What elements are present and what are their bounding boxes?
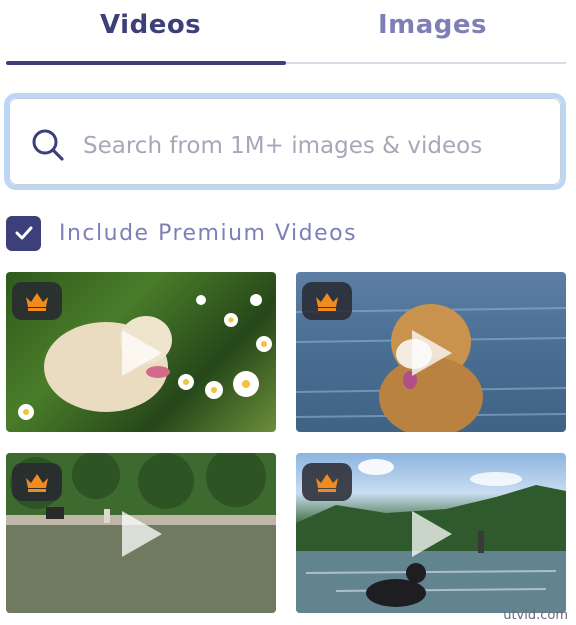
- premium-label: Include Premium Videos: [59, 220, 358, 246]
- watermark: utvid.com: [503, 608, 568, 623]
- tab-images[interactable]: Images: [378, 10, 487, 40]
- crown-icon: [316, 293, 338, 311]
- premium-badge: [12, 282, 62, 320]
- play-icon[interactable]: [118, 509, 164, 559]
- video-thumbnail[interactable]: [296, 453, 566, 613]
- premium-badge: [302, 463, 352, 501]
- active-tab-indicator: [6, 61, 286, 65]
- crown-icon: [26, 293, 48, 311]
- tab-videos[interactable]: Videos: [100, 10, 201, 40]
- play-icon[interactable]: [118, 328, 164, 378]
- premium-badge: [302, 282, 352, 320]
- search-input[interactable]: [81, 120, 555, 172]
- play-icon[interactable]: [408, 509, 454, 559]
- include-premium-toggle[interactable]: Include Premium Videos: [6, 214, 357, 252]
- play-icon[interactable]: [408, 328, 454, 378]
- search-box: [4, 93, 566, 190]
- crown-icon: [26, 474, 48, 492]
- results-grid: [6, 272, 566, 613]
- video-thumbnail[interactable]: [6, 272, 276, 432]
- search-icon[interactable]: [31, 128, 65, 162]
- video-thumbnail[interactable]: [6, 453, 276, 613]
- premium-badge: [12, 463, 62, 501]
- media-type-tabs: Videos Images: [0, 0, 576, 66]
- checkmark-icon: [15, 226, 32, 240]
- crown-icon: [316, 474, 338, 492]
- premium-checkbox[interactable]: [6, 215, 41, 251]
- video-thumbnail[interactable]: [296, 272, 566, 432]
